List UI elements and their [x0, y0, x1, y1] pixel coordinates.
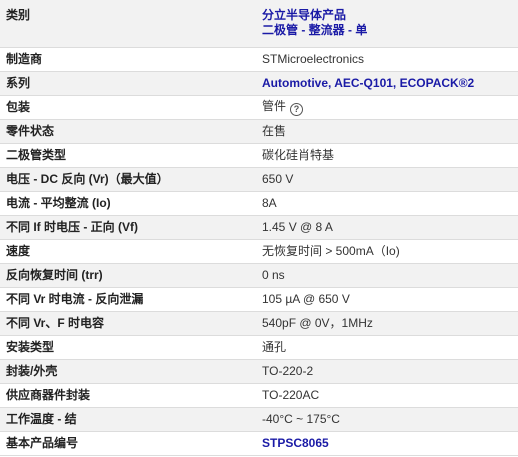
attr-label: 零件状态 — [0, 119, 254, 144]
attr-value: TO-220-2 — [254, 359, 518, 384]
attr-row-current-rectified: 电流 - 平均整流 (Io) 8A — [0, 191, 518, 216]
product-attributes-table: 类别 分立半导体产品 二极管 - 整流器 - 单 制造商 STMicroelec… — [0, 0, 518, 456]
attr-row-speed: 速度 无恢复时间 > 500mA（Io) — [0, 239, 518, 264]
packaging-value: 管件 — [262, 98, 287, 113]
attr-label: 不同 Vr、F 时电容 — [0, 311, 254, 336]
attr-row-series: 系列 Automotive, AEC-Q101, ECOPACK®2 — [0, 71, 518, 96]
attr-value: 0 ns — [254, 263, 518, 288]
attr-label: 制造商 — [0, 47, 254, 72]
attr-value: 540pF @ 0V，1MHz — [254, 311, 518, 336]
attr-label: 系列 — [0, 71, 254, 96]
attr-row-mounting-type: 安装类型 通孔 — [0, 335, 518, 360]
attr-value: STMicroelectronics — [254, 47, 518, 72]
attr-value: 8A — [254, 191, 518, 216]
attr-row-capacitance: 不同 Vr、F 时电容 540pF @ 0V，1MHz — [0, 311, 518, 336]
attr-label: 安装类型 — [0, 335, 254, 360]
attr-label: 包装 — [0, 95, 254, 120]
attr-value: 650 V — [254, 167, 518, 192]
attr-value: 管件? — [254, 95, 518, 120]
attr-label: 反向恢复时间 (trr) — [0, 263, 254, 288]
attr-row-base-product-number: 基本产品编号 STPSC8065 — [0, 431, 518, 456]
attr-row-operating-temp: 工作温度 - 结 -40°C ~ 175°C — [0, 407, 518, 432]
attr-row-reverse-recovery-time: 反向恢复时间 (trr) 0 ns — [0, 263, 518, 288]
attr-value: 通孔 — [254, 335, 518, 360]
attr-value: 在售 — [254, 119, 518, 144]
attr-label: 类别 — [0, 0, 254, 48]
attr-label: 供应商器件封装 — [0, 383, 254, 408]
attr-label: 封装/外壳 — [0, 359, 254, 384]
attr-label: 工作温度 - 结 — [0, 407, 254, 432]
attr-row-voltage-dc-reverse: 电压 - DC 反向 (Vr)（最大值） 650 V — [0, 167, 518, 192]
attr-label: 二极管类型 — [0, 143, 254, 168]
series-link[interactable]: Automotive, AEC-Q101, ECOPACK®2 — [262, 76, 474, 90]
attr-label: 速度 — [0, 239, 254, 264]
attr-row-part-status: 零件状态 在售 — [0, 119, 518, 144]
attr-value: 105 µA @ 650 V — [254, 287, 518, 312]
attr-value: Automotive, AEC-Q101, ECOPACK®2 — [254, 71, 518, 96]
attr-value: 无恢复时间 > 500mA（Io) — [254, 239, 518, 264]
attr-value: 碳化硅肖特基 — [254, 143, 518, 168]
attr-value: -40°C ~ 175°C — [254, 407, 518, 432]
attr-row-package-case: 封装/外壳 TO-220-2 — [0, 359, 518, 384]
attr-row-voltage-forward: 不同 If 时电压 - 正向 (Vf) 1.45 V @ 8 A — [0, 215, 518, 240]
attr-row-supplier-package: 供应商器件封装 TO-220AC — [0, 383, 518, 408]
attr-value: TO-220AC — [254, 383, 518, 408]
base-product-number-link[interactable]: STPSC8065 — [262, 436, 329, 450]
attr-label: 不同 Vr 时电流 - 反向泄漏 — [0, 287, 254, 312]
category-link-discrete-semiconductors[interactable]: 分立半导体产品 — [262, 8, 512, 23]
attr-label: 不同 If 时电压 - 正向 (Vf) — [0, 215, 254, 240]
attr-value: 1.45 V @ 8 A — [254, 215, 518, 240]
attr-value: 分立半导体产品 二极管 - 整流器 - 单 — [254, 0, 518, 48]
attr-value: STPSC8065 — [254, 431, 518, 456]
category-link-diodes-rectifiers-single[interactable]: 二极管 - 整流器 - 单 — [262, 23, 512, 38]
attr-label: 电流 - 平均整流 (Io) — [0, 191, 254, 216]
attr-row-manufacturer: 制造商 STMicroelectronics — [0, 47, 518, 72]
attr-label: 基本产品编号 — [0, 431, 254, 456]
attr-row-category: 类别 分立半导体产品 二极管 - 整流器 - 单 — [0, 0, 518, 48]
question-circle-icon[interactable]: ? — [290, 102, 304, 116]
attr-row-packaging: 包装 管件? — [0, 95, 518, 120]
attr-label: 电压 - DC 反向 (Vr)（最大值） — [0, 167, 254, 192]
attr-row-diode-type: 二极管类型 碳化硅肖特基 — [0, 143, 518, 168]
attr-row-reverse-leakage: 不同 Vr 时电流 - 反向泄漏 105 µA @ 650 V — [0, 287, 518, 312]
